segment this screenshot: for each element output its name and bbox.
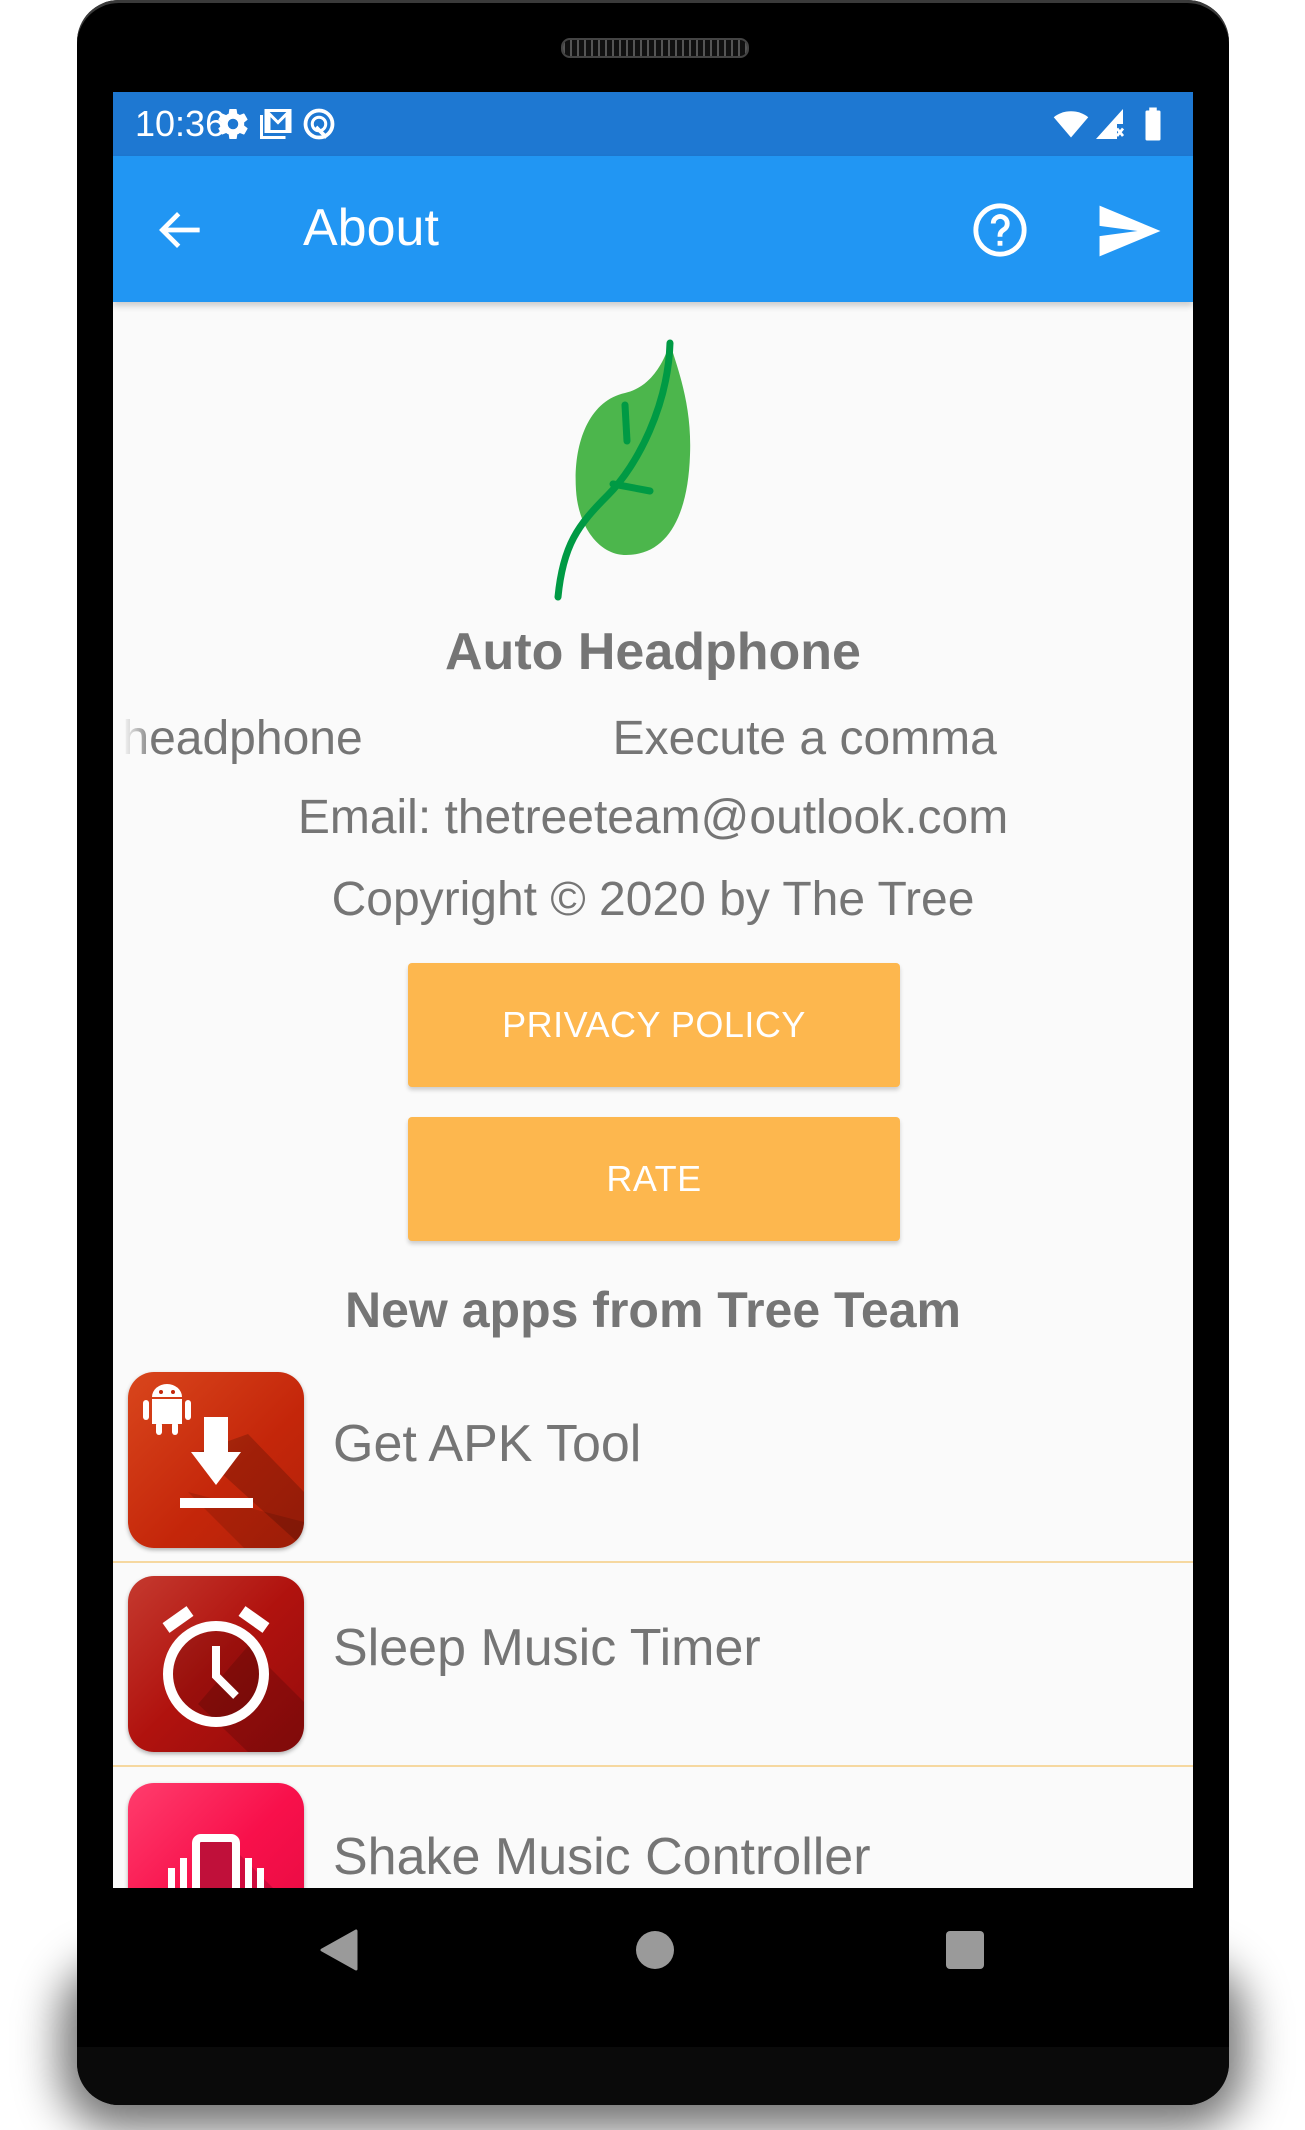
feature-marquee: lug headphone Execute a comma: [123, 709, 1183, 769]
phone-chin: [77, 2047, 1229, 2105]
help-icon[interactable]: [971, 201, 1029, 259]
app-name-label: Sleep Music Timer: [333, 1619, 761, 1677]
marquee-text-2: Execute a comma: [612, 712, 997, 765]
phone-vibrate-icon: [128, 1783, 304, 1888]
gmail-icon: [260, 109, 292, 139]
recents-nav-icon[interactable]: [945, 1930, 985, 1970]
app-list-item-sleep-music-timer[interactable]: Sleep Music Timer: [113, 1563, 1193, 1767]
app-name-label: Shake Music Controller: [333, 1828, 871, 1886]
wifi-icon: [1053, 111, 1089, 138]
back-nav-icon[interactable]: [320, 1929, 358, 1971]
rate-button[interactable]: RATE: [408, 1117, 900, 1241]
app-list-item-shake-music-controller[interactable]: Shake Music Controller: [113, 1767, 1193, 1888]
home-nav-icon[interactable]: [635, 1930, 675, 1970]
earpiece-speaker: [561, 38, 749, 58]
arrow-back-icon[interactable]: [153, 202, 209, 258]
apk-download-icon: [128, 1372, 304, 1548]
privacy-policy-button[interactable]: PRIVACY POLICY: [408, 963, 900, 1087]
contact-email[interactable]: Email: thetreeteam@outlook.com: [113, 788, 1193, 848]
app-list-item-get-apk-tool[interactable]: Get APK Tool: [113, 1359, 1193, 1563]
app-notification-icon: [303, 108, 335, 140]
alarm-clock-icon: [128, 1576, 304, 1752]
app-name: Auto Headphone: [445, 623, 861, 681]
phone-frame: 10:36 About Auto Headphone headphone Exe…: [77, 0, 1229, 2105]
cell-signal-no-data-icon: [1096, 109, 1125, 139]
status-time: 10:36: [135, 103, 226, 144]
marquee-text-1: lug headphone: [123, 712, 363, 765]
screen: 10:36 About Auto Headphone headphone Exe…: [113, 92, 1193, 1888]
leaf-icon: [554, 339, 691, 601]
copyright-text: Copyright © 2020 by The Tree: [331, 873, 975, 926]
page-title: About: [303, 199, 439, 257]
settings-gear-icon: [218, 109, 248, 140]
send-icon[interactable]: [1097, 203, 1163, 259]
status-bar: 10:36: [113, 92, 1193, 156]
app-bar: About: [113, 156, 1193, 302]
new-apps-heading: New apps from Tree Team: [345, 1282, 961, 1338]
app-name-label: Get APK Tool: [333, 1415, 642, 1473]
battery-icon: [1145, 107, 1161, 141]
